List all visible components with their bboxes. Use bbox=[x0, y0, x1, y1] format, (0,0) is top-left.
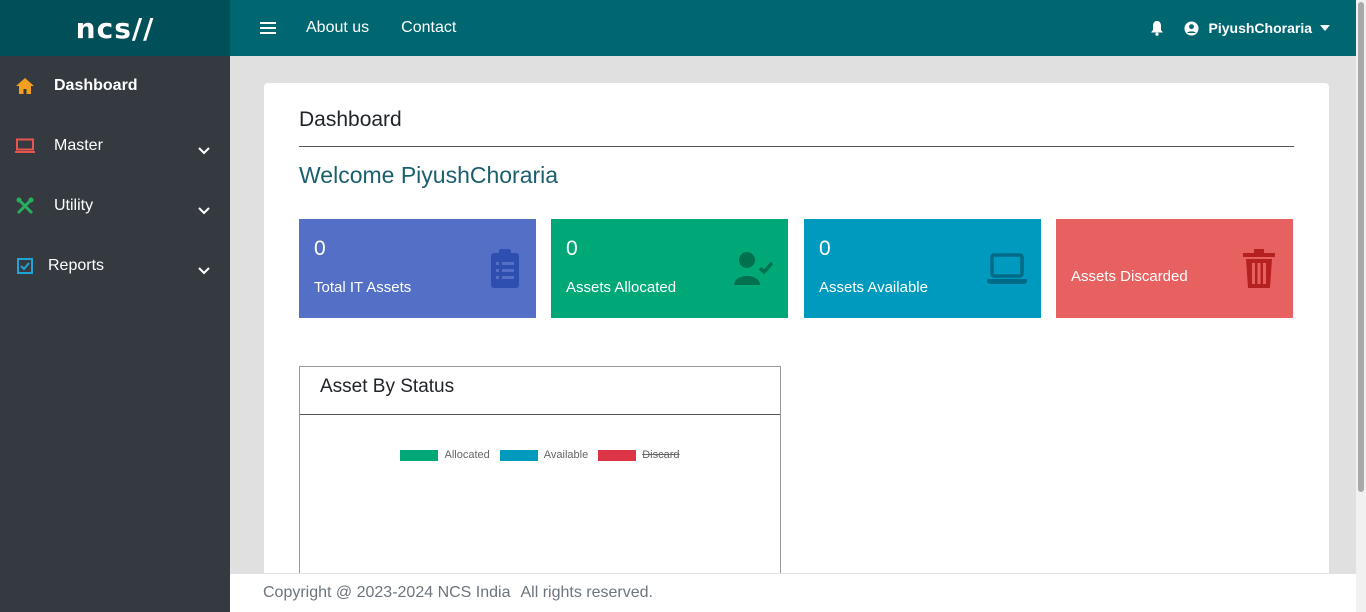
trash-icon bbox=[1243, 249, 1275, 294]
legend-label: Available bbox=[543, 449, 589, 461]
legend-item-allocated[interactable]: Allocated bbox=[400, 449, 490, 461]
tile-assets-allocated[interactable]: 0 Assets Allocated bbox=[551, 219, 788, 318]
page-scrollbar[interactable] bbox=[1356, 0, 1366, 612]
sidebar-item-label: Master bbox=[54, 137, 103, 154]
about-us-link[interactable]: About us bbox=[306, 19, 369, 37]
footer: Copyright @ 2023-2024 NCS India All righ… bbox=[230, 573, 1356, 612]
tile-label: Assets Allocated bbox=[566, 279, 677, 296]
tile-label: Assets Discarded bbox=[1071, 268, 1188, 285]
legend-label: Discard bbox=[642, 449, 680, 461]
chevron-down-icon[interactable] bbox=[198, 262, 210, 280]
sidebar-item-reports[interactable]: Reports bbox=[0, 236, 230, 296]
sidebar-item-utility[interactable]: Utility bbox=[0, 176, 230, 236]
user-menu[interactable]: PiyushChoraria bbox=[1183, 20, 1340, 36]
topbar: About us Contact PiyushChoraria bbox=[230, 0, 1356, 56]
scrollbar-thumb[interactable] bbox=[1358, 2, 1364, 492]
asset-by-status-panel: Asset By Status Allocated Available Disc… bbox=[299, 366, 781, 583]
rights-text: All rights reserved. bbox=[520, 584, 654, 601]
dashboard-card: Dashboard Welcome PiyushChoraria 0 Total… bbox=[264, 83, 1329, 583]
tile-label: Total IT Assets bbox=[314, 279, 412, 296]
legend-swatch bbox=[598, 449, 637, 461]
tools-icon bbox=[14, 195, 36, 217]
laptop-icon bbox=[987, 253, 1027, 290]
legend-swatch bbox=[499, 449, 538, 461]
user-name: PiyushChoraria bbox=[1208, 20, 1312, 36]
clipboard-icon bbox=[490, 249, 520, 294]
sidebar-item-dashboard[interactable]: Dashboard bbox=[0, 56, 230, 116]
sidebar-item-label: Reports bbox=[48, 257, 105, 274]
tile-value: 0 bbox=[819, 237, 831, 260]
home-icon bbox=[14, 75, 36, 97]
user-avatar-icon bbox=[1183, 20, 1199, 36]
copyright-text: Copyright @ 2023-2024 NCS India bbox=[263, 584, 511, 601]
welcome-message: Welcome PiyushChoraria bbox=[299, 162, 559, 188]
caret-down-icon bbox=[1320, 25, 1330, 31]
chevron-down-icon[interactable] bbox=[198, 142, 210, 160]
legend-label: Allocated bbox=[444, 449, 490, 461]
divider bbox=[299, 146, 1294, 147]
sidebar-item-label: Utility bbox=[54, 197, 94, 214]
legend-item-discard[interactable]: Discard bbox=[598, 449, 680, 461]
chevron-down-icon[interactable] bbox=[198, 202, 210, 220]
tile-value: 0 bbox=[314, 237, 326, 260]
sidebar-item-label: Dashboard bbox=[54, 77, 138, 94]
contact-link[interactable]: Contact bbox=[401, 19, 456, 37]
chart-legend: Allocated Available Discard bbox=[300, 449, 780, 461]
bell-icon[interactable] bbox=[1150, 20, 1164, 36]
user-check-icon bbox=[734, 251, 774, 290]
tile-label: Assets Available bbox=[819, 279, 928, 296]
page-title: Dashboard bbox=[299, 108, 402, 131]
brand-logo: ncs// bbox=[75, 11, 155, 45]
brand[interactable]: ncs// bbox=[0, 0, 230, 56]
tile-value: 0 bbox=[566, 237, 578, 260]
tile-total-it-assets[interactable]: 0 Total IT Assets bbox=[299, 219, 536, 318]
tile-assets-available[interactable]: 0 Assets Available bbox=[804, 219, 1041, 318]
sidebar-nav: Dashboard Master Utility Reports bbox=[0, 56, 230, 296]
sidebar-item-master[interactable]: Master bbox=[0, 116, 230, 176]
sidebar: ncs// Dashboard Master Utility Reports bbox=[0, 0, 230, 612]
menu-toggle-icon[interactable] bbox=[260, 22, 276, 34]
tile-assets-discarded[interactable]: Assets Discarded bbox=[1056, 219, 1293, 318]
divider bbox=[300, 414, 780, 415]
legend-item-available[interactable]: Available bbox=[499, 449, 589, 461]
topbar-right: PiyushChoraria bbox=[1150, 0, 1340, 56]
laptop-icon bbox=[14, 135, 36, 157]
legend-swatch bbox=[400, 449, 439, 461]
panel-title: Asset By Status bbox=[320, 376, 455, 397]
checkbox-icon bbox=[14, 255, 36, 277]
